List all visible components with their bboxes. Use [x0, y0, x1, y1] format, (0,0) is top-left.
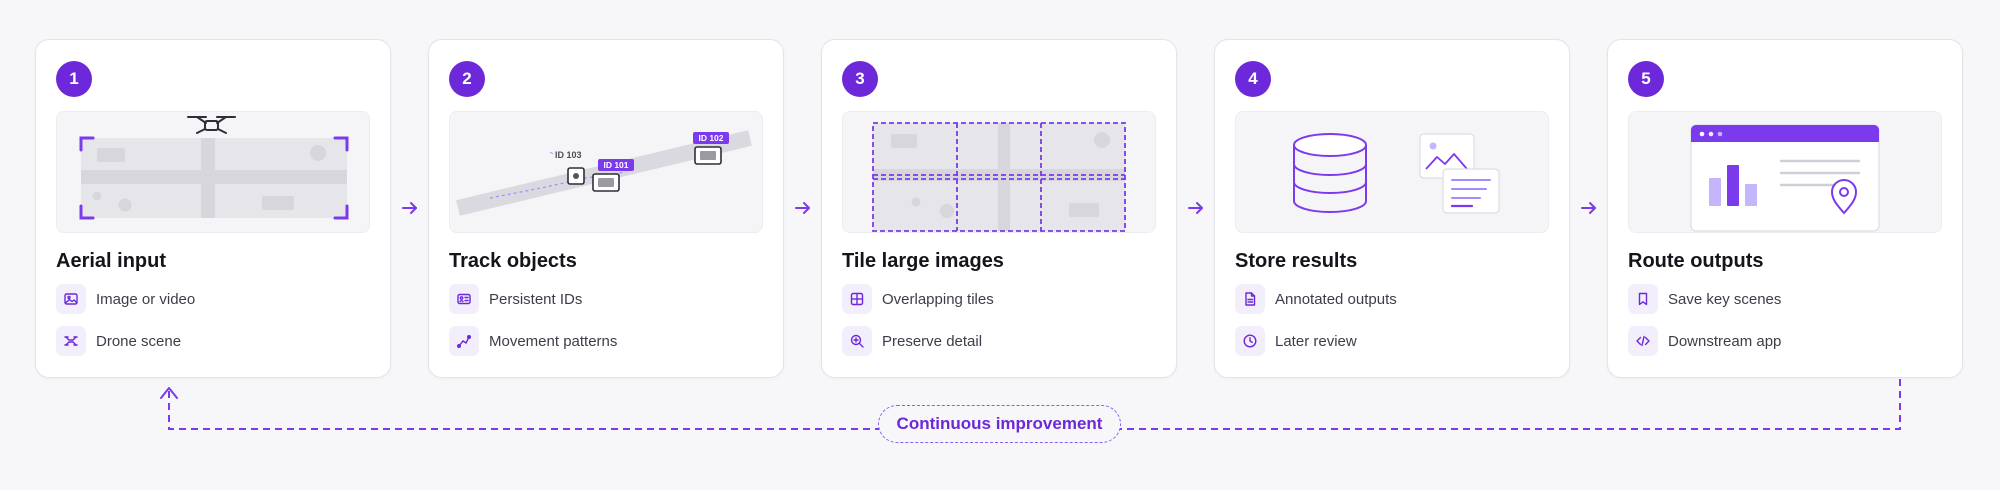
continuous-improvement-label: Continuous improvement	[878, 405, 1121, 443]
